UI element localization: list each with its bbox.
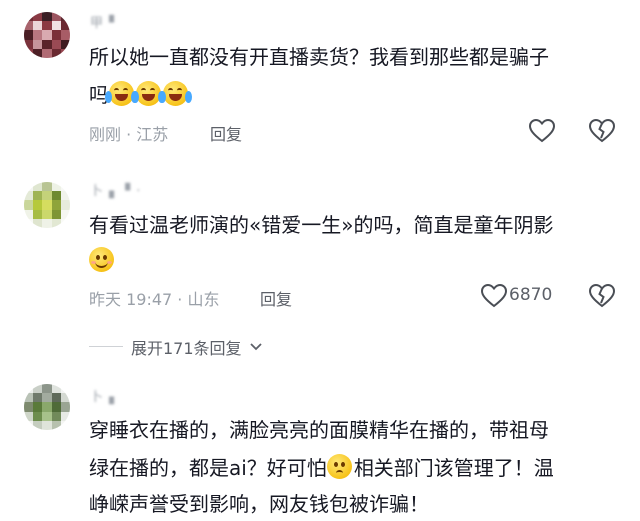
comment-text-fragment: 相关部门该管理了！温 [353, 456, 554, 480]
comment-item: 甲 ▘ 所以她一直都没有开直播卖货？我看到那些都是骗子 吗 刚刚 · 江苏 回复 [0, 0, 640, 150]
laugh-cry-emoji-icon [159, 81, 192, 106]
avatar[interactable] [24, 182, 70, 228]
comment-text-line: 所以她一直都没有开直播卖货？我看到那些都是骗子 [89, 45, 549, 69]
comment-item: 卜 ▖ 穿睡衣在播的，满脸亮亮的面膜精华在播的，带祖母 绿在播的，都是ai？好可… [0, 380, 640, 521]
username[interactable]: 卜 ▖ [90, 386, 120, 405]
chevron-down-icon [250, 343, 262, 351]
comment-text-line: 穿睡衣在播的，满脸亮亮的面膜精华在播的，带祖母 [89, 418, 549, 442]
comment-text-line: 峥嵘声誉受到影响，网友钱包被诈骗！ [89, 492, 429, 516]
avatar[interactable] [24, 384, 70, 430]
comment-text-fragment: 绿在播的，都是ai？好可怕 [89, 456, 327, 480]
broken-heart-icon[interactable] [588, 118, 616, 144]
divider [89, 346, 123, 347]
expand-replies-button[interactable]: 展开171条回复 [131, 335, 263, 359]
comment-text-line: 吗 [89, 78, 192, 112]
username[interactable]: 甲 ▘ [90, 12, 120, 31]
avatar[interactable] [24, 12, 70, 58]
comment-item: 卜 ▖▝ · 有看过温老师演的«错爱一生»的吗，简直是童年阴影 昨天 19:47… [0, 170, 640, 370]
worried-emoji-icon [326, 454, 352, 479]
smile-emoji-icon [89, 247, 114, 272]
expand-replies-label: 展开171条回复 [131, 339, 242, 358]
comment-text-line [89, 244, 116, 278]
heart-outline-icon[interactable] [480, 283, 508, 309]
reply-button[interactable]: 回复 [210, 121, 242, 145]
heart-outline-icon[interactable] [528, 118, 556, 144]
laugh-cry-emoji-icon [132, 81, 165, 106]
laugh-cry-emoji-icon [105, 81, 138, 106]
comment-text-line: 绿在播的，都是ai？好可怕 相关部门该管理了！温 [89, 451, 554, 485]
comment-text-line: 有看过温老师演的«错爱一生»的吗，简直是童年阴影 [89, 213, 554, 237]
reply-button[interactable]: 回复 [260, 286, 292, 310]
username[interactable]: 卜 ▖▝ · [90, 180, 141, 199]
broken-heart-icon[interactable] [588, 283, 616, 309]
like-count: 6870 [509, 285, 553, 305]
comment-meta: 刚刚 · 江苏 [89, 125, 169, 144]
comment-meta: 昨天 19:47 · 山东 [89, 290, 220, 309]
